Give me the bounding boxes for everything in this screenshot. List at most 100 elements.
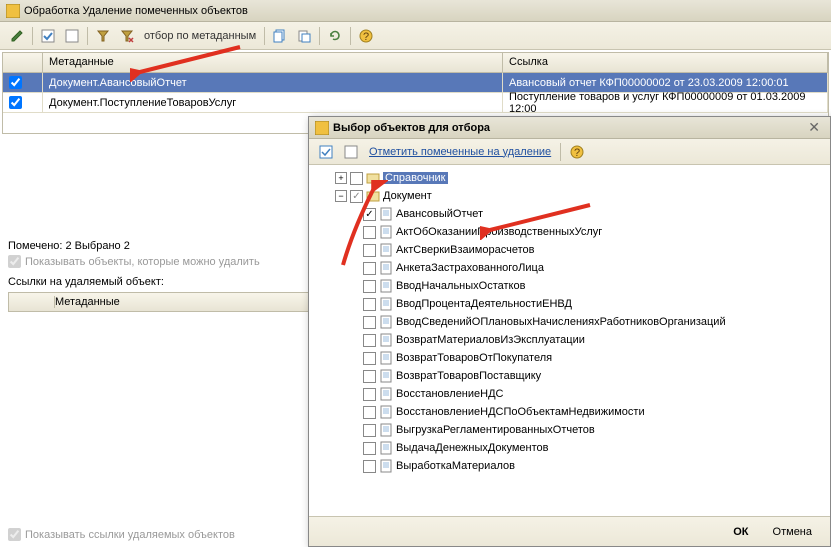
mark-deleted-link[interactable]: Отметить помеченные на удаление: [369, 146, 551, 158]
tree-label[interactable]: ВыдачаДенежныхДокументов: [396, 442, 549, 454]
tree-node-item[interactable]: ВосстановлениеНДСПоОбъектамНедвижимости: [313, 403, 826, 421]
ok-button[interactable]: ОК: [723, 523, 758, 541]
row-meta: Документ.АвансовыйОтчет: [43, 73, 503, 92]
tree-label[interactable]: Документ: [383, 190, 432, 202]
main-toolbar: отбор по метаданным ?: [0, 22, 831, 50]
tree-label[interactable]: ВыгрузкаРегламентированныхОтчетов: [396, 424, 595, 436]
document-icon: [379, 333, 393, 347]
tree-node-item[interactable]: ВыработкаМатериалов: [313, 457, 826, 475]
tree-label[interactable]: ВводПроцентаДеятельностиЕНВД: [396, 298, 572, 310]
edit-button[interactable]: [6, 25, 28, 47]
window-title: Обработка Удаление помеченных объектов: [24, 5, 248, 17]
app-icon: [6, 4, 20, 18]
check-all-button[interactable]: [315, 141, 337, 163]
tree-label[interactable]: ВозвратТоваровОтПокупателя: [396, 352, 552, 364]
show-deletable-checkbox: [8, 255, 21, 268]
document-icon: [379, 369, 393, 383]
tree-label[interactable]: АнкетаЗастрахованногоЛица: [396, 262, 544, 274]
tree-node-item[interactable]: АктСверкиВзаиморасчетов: [313, 241, 826, 259]
tree-node-item[interactable]: ВыдачаДенежныхДокументов: [313, 439, 826, 457]
row-link: Поступление товаров и услуг КФП00000009 …: [503, 93, 828, 112]
tree-label[interactable]: ВосстановлениеНДС: [396, 388, 503, 400]
tree-label[interactable]: ВозвратТоваровПоставщику: [396, 370, 541, 382]
document-icon: [379, 423, 393, 437]
tree-checkbox[interactable]: [363, 406, 376, 419]
help-button[interactable]: ?: [355, 25, 377, 47]
tree-node-item[interactable]: АвансовыйОтчет: [313, 205, 826, 223]
document-icon: [379, 315, 393, 329]
tree-node-item[interactable]: ВыгрузкаРегламентированныхОтчетов: [313, 421, 826, 439]
refresh-button[interactable]: [324, 25, 346, 47]
paste-button[interactable]: [293, 25, 315, 47]
tree-checkbox[interactable]: [363, 460, 376, 473]
tree-label[interactable]: ВводНачальныхОстатков: [396, 280, 525, 292]
close-button[interactable]: ✕: [804, 119, 824, 136]
tree-node-item[interactable]: ВозвратТоваровПоставщику: [313, 367, 826, 385]
tree-checkbox[interactable]: [363, 424, 376, 437]
document-icon: [379, 459, 393, 473]
tree-label[interactable]: ВозвратМатериаловИзЭксплуатации: [396, 334, 585, 346]
filter-label: отбор по метаданным: [144, 30, 256, 42]
document-icon: [379, 279, 393, 293]
check-header[interactable]: [3, 53, 43, 72]
tree-checkbox[interactable]: [363, 316, 376, 329]
tree-node-root[interactable]: − Документ: [313, 187, 826, 205]
row-meta: Документ.ПоступлениеТоваровУслуг: [43, 93, 503, 112]
tree-node-item[interactable]: ВозвратМатериаловИзЭксплуатации: [313, 331, 826, 349]
tree-label[interactable]: ВводСведенийОПлановыхНачисленияхРаботник…: [396, 316, 726, 328]
tree-checkbox[interactable]: [363, 226, 376, 239]
tree-label[interactable]: ВосстановлениеНДСПоОбъектамНедвижимости: [396, 406, 645, 418]
tree-node-root[interactable]: + Справочник: [313, 169, 826, 187]
tree-label[interactable]: АктОбОказанииПроизводственныхУслуг: [396, 226, 602, 238]
table-row[interactable]: Документ.ПоступлениеТоваровУслуг Поступл…: [3, 93, 828, 113]
dialog-tree: + Справочник − Документ АвансовыйОтчет Ак…: [309, 165, 830, 515]
tree-checkbox[interactable]: [363, 352, 376, 365]
tree-node-item[interactable]: ВводПроцентаДеятельностиЕНВД: [313, 295, 826, 313]
tree-checkbox[interactable]: [363, 280, 376, 293]
cancel-button[interactable]: Отмена: [763, 523, 822, 541]
separator: [560, 143, 561, 161]
check-all-button[interactable]: [37, 25, 59, 47]
dialog-icon: [315, 121, 329, 135]
tree-node-item[interactable]: АнкетаЗастрахованногоЛица: [313, 259, 826, 277]
collapse-icon[interactable]: −: [335, 190, 347, 202]
row-checkbox[interactable]: [9, 96, 22, 109]
tree-node-item[interactable]: ВосстановлениеНДС: [313, 385, 826, 403]
folder-icon: [366, 189, 380, 203]
tree-checkbox[interactable]: [363, 370, 376, 383]
help-button[interactable]: ?: [566, 141, 588, 163]
tree-checkbox[interactable]: [350, 190, 363, 203]
tree-node-item[interactable]: АктОбОказанииПроизводственныхУслуг: [313, 223, 826, 241]
filter-button[interactable]: [92, 25, 114, 47]
tree-checkbox[interactable]: [363, 334, 376, 347]
tree-label[interactable]: Справочник: [383, 172, 448, 184]
uncheck-all-button[interactable]: [61, 25, 83, 47]
separator: [87, 27, 88, 45]
link-header[interactable]: Ссылка: [503, 53, 828, 72]
document-icon: [379, 405, 393, 419]
tree-checkbox[interactable]: [363, 244, 376, 257]
filter-clear-button[interactable]: [116, 25, 138, 47]
tree-node-item[interactable]: ВводНачальныхОстатков: [313, 277, 826, 295]
dialog-footer: ОК Отмена: [309, 516, 830, 546]
tree-label[interactable]: ВыработкаМатериалов: [396, 460, 515, 472]
table-header: Метаданные Ссылка: [3, 53, 828, 73]
tree-checkbox[interactable]: [363, 262, 376, 275]
show-refs-option: Показывать ссылки удаляемых объектов: [8, 528, 235, 541]
tree-checkbox[interactable]: [363, 442, 376, 455]
tree-checkbox[interactable]: [363, 388, 376, 401]
tree-label[interactable]: АктСверкиВзаиморасчетов: [396, 244, 534, 256]
tree-checkbox[interactable]: [350, 172, 363, 185]
meta-header[interactable]: Метаданные: [43, 53, 503, 72]
tree-checkbox[interactable]: [363, 208, 376, 221]
dialog-toolbar: Отметить помеченные на удаление ?: [309, 139, 830, 165]
tree-node-item[interactable]: ВозвратТоваровОтПокупателя: [313, 349, 826, 367]
document-icon: [379, 207, 393, 221]
tree-checkbox[interactable]: [363, 298, 376, 311]
expand-icon[interactable]: +: [335, 172, 347, 184]
row-checkbox[interactable]: [9, 76, 22, 89]
tree-label[interactable]: АвансовыйОтчет: [396, 208, 483, 220]
tree-node-item[interactable]: ВводСведенийОПлановыхНачисленияхРаботник…: [313, 313, 826, 331]
uncheck-all-button[interactable]: [340, 141, 362, 163]
copy-button[interactable]: [269, 25, 291, 47]
